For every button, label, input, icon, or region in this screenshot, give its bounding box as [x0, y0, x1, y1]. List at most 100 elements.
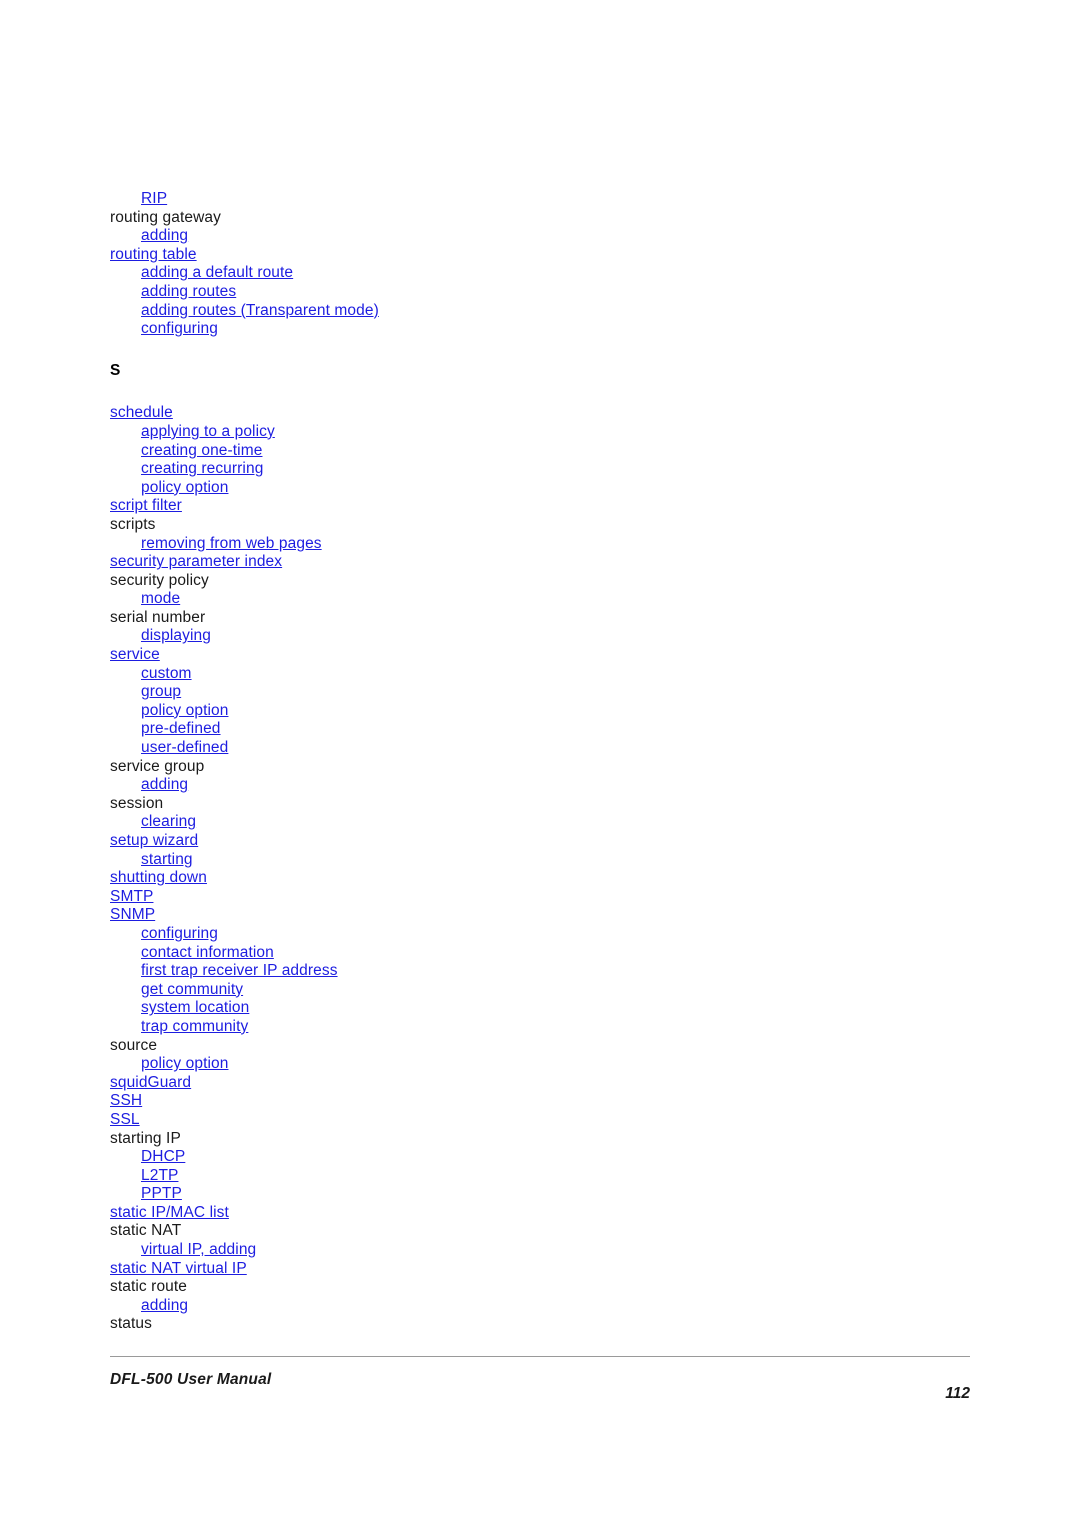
footer-page-number: 112 — [945, 1385, 970, 1402]
index-entry-label: static IP/MAC list — [110, 1203, 229, 1221]
index-link-entry[interactable]: routing table — [110, 246, 970, 265]
index-entry-label: trap community — [141, 1017, 249, 1035]
index-entry-label: pre-defined — [141, 720, 221, 738]
index-link-entry[interactable]: schedule — [110, 404, 970, 423]
index-text-entry: starting IP — [110, 1130, 970, 1149]
index-link-entry[interactable]: applying to a policy — [110, 423, 970, 442]
index-link-entry[interactable]: SSL — [110, 1111, 970, 1130]
index-continued-group: RIP routing gateway adding routing table add… — [110, 190, 970, 339]
page-footer: DFL-500 User Manual 112 — [110, 1356, 970, 1402]
index-link-entry[interactable]: configuring — [110, 925, 970, 944]
index-entry-label: source — [110, 1036, 158, 1054]
index-link-entry[interactable]: policy option — [110, 702, 970, 721]
index-link-entry[interactable]: trap community — [110, 1018, 970, 1037]
index-link-entry[interactable]: SMTP — [110, 888, 970, 907]
index-text-entry: status — [110, 1315, 970, 1334]
index-entry-label: static NAT — [110, 1222, 182, 1240]
index-link-entry[interactable]: group — [110, 683, 970, 702]
index-link-entry[interactable]: first trap receiver IP address — [110, 962, 970, 981]
index-link-entry[interactable]: user-defined — [110, 739, 970, 758]
index-link-entry[interactable]: policy option — [110, 479, 970, 498]
index-link-entry[interactable]: system location — [110, 999, 970, 1018]
index-link-entry[interactable]: removing from web pages — [110, 535, 970, 554]
index-link-entry[interactable]: SSH — [110, 1092, 970, 1111]
index-link-entry[interactable]: virtual IP, adding — [110, 1241, 970, 1260]
index-entry-label: SSL — [110, 1110, 140, 1128]
index-link-entry[interactable]: script filter — [110, 497, 970, 516]
index-link-entry[interactable]: RIP — [110, 190, 970, 209]
index-entry-label: group — [141, 683, 182, 701]
index-link-entry[interactable]: policy option — [110, 1055, 970, 1074]
index-section-letter: S — [110, 361, 121, 379]
index-entry-label: policy option — [141, 1055, 229, 1073]
index-entry-label: mode — [141, 590, 181, 608]
index-entry-label: virtual IP, adding — [141, 1241, 257, 1259]
index-text-entry: service group — [110, 758, 970, 777]
index-link-entry[interactable]: DHCP — [110, 1148, 970, 1167]
index-entry-label: RIP — [141, 190, 168, 207]
footer-document-title: DFL-500 User Manual — [110, 1371, 272, 1388]
index-link-entry[interactable]: shutting down — [110, 869, 970, 888]
index-entry-label: starting IP — [110, 1129, 181, 1147]
index-link-entry[interactable]: adding — [110, 776, 970, 795]
index-link-entry[interactable]: custom — [110, 665, 970, 684]
index-link-entry[interactable]: setup wizard — [110, 832, 970, 851]
index-entry-label: adding a default route — [141, 264, 294, 282]
index-entry-label: service — [110, 646, 160, 664]
index-entry-label: session — [110, 794, 164, 812]
index-entry-label: shutting down — [110, 869, 207, 887]
index-entry-label: script filter — [110, 497, 182, 515]
index-link-entry[interactable]: squidGuard — [110, 1074, 970, 1093]
footer-divider — [110, 1356, 970, 1357]
index-link-entry[interactable]: PPTP — [110, 1185, 970, 1204]
index-entry-label: security parameter index — [110, 553, 283, 571]
index-link-entry[interactable]: mode — [110, 590, 970, 609]
index-entry-label: PPTP — [141, 1185, 182, 1203]
index-link-entry[interactable]: get community — [110, 981, 970, 1000]
index-entry-label: displaying — [141, 627, 211, 645]
index-entry-label: scripts — [110, 515, 156, 533]
index-text-entry: session — [110, 795, 970, 814]
index-entry-label: security policy — [110, 571, 209, 589]
index-entry-label: creating recurring — [141, 460, 264, 478]
index-link-entry[interactable]: service — [110, 646, 970, 665]
index-entry-label: L2TP — [141, 1166, 179, 1184]
index-link-entry[interactable]: adding routes — [110, 283, 970, 302]
index-entry-label: user-defined — [141, 739, 229, 757]
index-entry-label: SNMP — [110, 906, 156, 924]
index-entry-label: adding — [141, 776, 189, 794]
index-link-entry[interactable]: adding routes (Transparent mode) — [110, 302, 970, 321]
index-text-entry: source — [110, 1037, 970, 1056]
index-entry-label: get community — [141, 980, 244, 998]
index-link-entry[interactable]: configuring — [110, 320, 970, 339]
index-text-entry: routing gateway — [110, 209, 970, 228]
index-entry-label: routing gateway — [110, 208, 221, 226]
index-link-entry[interactable]: starting — [110, 851, 970, 870]
index-entry-label: custom — [141, 664, 192, 682]
index-link-entry[interactable]: security parameter index — [110, 553, 970, 572]
index-link-entry[interactable]: adding — [110, 1297, 970, 1316]
index-entry-label: first trap receiver IP address — [141, 962, 338, 980]
index-text-entry: security policy — [110, 572, 970, 591]
index-link-entry[interactable]: static IP/MAC list — [110, 1204, 970, 1223]
index-entry-label: contact information — [141, 943, 274, 961]
index-entry-label: system location — [141, 999, 250, 1017]
index-entry-label: creating one-time — [141, 441, 263, 459]
index-entry-label: service group — [110, 757, 205, 775]
index-entry-label: setup wizard — [110, 832, 199, 849]
index-link-entry[interactable]: creating recurring — [110, 460, 970, 479]
index-link-entry[interactable]: SNMP — [110, 906, 970, 925]
index-link-entry[interactable]: L2TP — [110, 1167, 970, 1186]
index-link-entry[interactable]: displaying — [110, 627, 970, 646]
index-entry-label: applying to a policy — [141, 422, 275, 440]
index-entry-label: removing from web pages — [141, 534, 322, 552]
index-link-entry[interactable]: static NAT virtual IP — [110, 1260, 970, 1279]
index-link-entry[interactable]: contact information — [110, 944, 970, 963]
index-link-entry[interactable]: clearing — [110, 813, 970, 832]
index-link-entry[interactable]: adding — [110, 227, 970, 246]
index-link-entry[interactable]: pre-defined — [110, 720, 970, 739]
index-link-entry[interactable]: adding a default route — [110, 264, 970, 283]
index-entry-label: serial number — [110, 608, 206, 626]
index-entry-label: SMTP — [110, 887, 154, 905]
index-link-entry[interactable]: creating one-time — [110, 442, 970, 461]
